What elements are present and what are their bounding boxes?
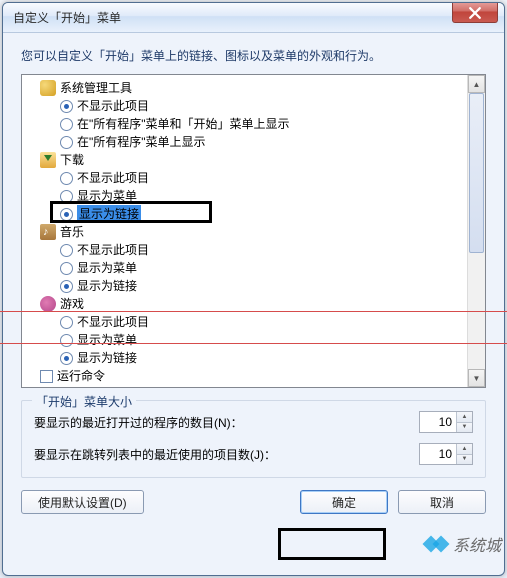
radio-music-menu[interactable]: 显示为菜单 — [26, 259, 463, 277]
radio-icon — [60, 208, 73, 221]
ok-button[interactable]: 确定 — [300, 490, 388, 514]
spinner-up-icon[interactable]: ▲ — [456, 412, 472, 423]
radio-icon — [60, 334, 73, 347]
radio-icon — [60, 190, 73, 203]
dialog-content: 您可以自定义「开始」菜单上的链接、图标以及菜单的外观和行为。 系统管理工具 不显… — [3, 33, 504, 524]
spinner-input[interactable] — [420, 412, 456, 432]
group-label: 下载 — [60, 151, 84, 169]
games-icon — [40, 296, 56, 312]
tree-inner: 系统管理工具 不显示此项目 在"所有程序"菜单和「开始」菜单上显示 在"所有程序… — [26, 79, 463, 383]
dialog-footer: 使用默认设置(D) 确定 取消 — [21, 490, 486, 514]
spinner-programs[interactable]: ▲▼ — [419, 411, 473, 433]
spinner-down-icon[interactable]: ▼ — [456, 423, 472, 433]
row-programs-count: 要显示的最近打开过的程序的数目(N)： ▲▼ — [34, 411, 473, 433]
group-label: 音乐 — [60, 223, 84, 241]
radio-icon — [60, 280, 73, 293]
radio-icon — [60, 136, 73, 149]
spinner-input[interactable] — [420, 444, 456, 464]
systools-icon — [40, 80, 56, 96]
radio-systools-both[interactable]: 在"所有程序"菜单和「开始」菜单上显示 — [26, 115, 463, 133]
group-music: 音乐 — [26, 223, 463, 241]
scrollbar-thumb[interactable] — [469, 93, 484, 253]
close-icon — [469, 7, 481, 19]
group-downloads: 下载 — [26, 151, 463, 169]
window-title: 自定义「开始」菜单 — [3, 9, 121, 26]
radio-systools-all[interactable]: 在"所有程序"菜单上显示 — [26, 133, 463, 151]
radio-icon — [60, 244, 73, 257]
titlebar: 自定义「开始」菜单 — [3, 3, 504, 33]
radio-icon — [60, 172, 73, 185]
group-label: 游戏 — [60, 295, 84, 313]
radio-games-none[interactable]: 不显示此项目 — [26, 313, 463, 331]
scroll-down-button[interactable]: ▼ — [468, 369, 485, 387]
radio-downloads-link[interactable]: 显示为链接 — [26, 205, 463, 223]
close-button[interactable] — [452, 3, 498, 23]
radio-games-link[interactable]: 显示为链接 — [26, 349, 463, 367]
instruction-text: 您可以自定义「开始」菜单上的链接、图标以及菜单的外观和行为。 — [21, 47, 486, 64]
vertical-scrollbar[interactable]: ▲ ▼ — [467, 75, 485, 387]
spinner-up-icon[interactable]: ▲ — [456, 444, 472, 455]
radio-icon — [60, 118, 73, 131]
scroll-up-button[interactable]: ▲ — [468, 75, 485, 93]
radio-games-menu[interactable]: 显示为菜单 — [26, 331, 463, 349]
downloads-icon — [40, 152, 56, 168]
radio-icon — [60, 262, 73, 275]
cancel-button[interactable]: 取消 — [398, 490, 486, 514]
use-defaults-button[interactable]: 使用默认设置(D) — [21, 490, 144, 514]
group-label: 系统管理工具 — [60, 79, 132, 97]
options-tree: 系统管理工具 不显示此项目 在"所有程序"菜单和「开始」菜单上显示 在"所有程序… — [21, 74, 486, 388]
group-games: 游戏 — [26, 295, 463, 313]
spinner-down-icon[interactable]: ▼ — [456, 455, 472, 465]
start-menu-size-group: 「开始」菜单大小 要显示的最近打开过的程序的数目(N)： ▲▼ 要显示在跳转列表… — [21, 400, 486, 478]
radio-downloads-menu[interactable]: 显示为菜单 — [26, 187, 463, 205]
radio-music-link[interactable]: 显示为链接 — [26, 277, 463, 295]
group-systools: 系统管理工具 — [26, 79, 463, 97]
dialog-window: 自定义「开始」菜单 您可以自定义「开始」菜单上的链接、图标以及菜单的外观和行为。… — [2, 2, 505, 576]
checkbox-icon — [40, 370, 53, 383]
checkbox-run[interactable]: 运行命令 — [26, 367, 463, 383]
row-label: 要显示的最近打开过的程序的数目(N)： — [34, 414, 419, 431]
music-icon — [40, 224, 56, 240]
spinner-jumplist[interactable]: ▲▼ — [419, 443, 473, 465]
radio-downloads-none[interactable]: 不显示此项目 — [26, 169, 463, 187]
radio-music-none[interactable]: 不显示此项目 — [26, 241, 463, 259]
radio-icon — [60, 316, 73, 329]
row-jumplist-count: 要显示在跳转列表中的最近使用的项目数(J)： ▲▼ — [34, 443, 473, 465]
radio-systools-none[interactable]: 不显示此项目 — [26, 97, 463, 115]
radio-icon — [60, 352, 73, 365]
radio-icon — [60, 100, 73, 113]
group-title: 「开始」菜单大小 — [32, 393, 136, 410]
row-label: 要显示在跳转列表中的最近使用的项目数(J)： — [34, 446, 419, 463]
